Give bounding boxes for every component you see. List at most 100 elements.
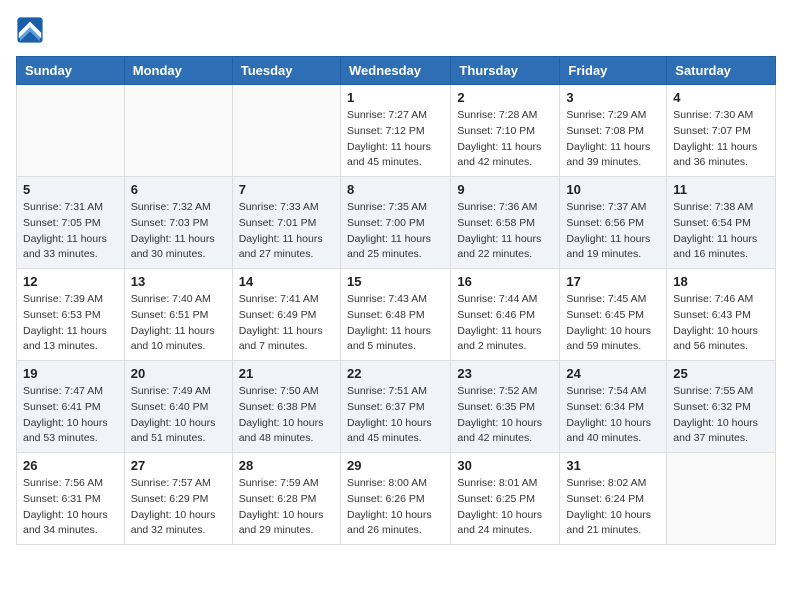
day-cell bbox=[17, 85, 125, 177]
week-row-1: 1Sunrise: 7:27 AMSunset: 7:12 PMDaylight… bbox=[17, 85, 776, 177]
day-info: Sunrise: 7:56 AMSunset: 6:31 PMDaylight:… bbox=[23, 476, 118, 539]
weekday-monday: Monday bbox=[124, 57, 232, 85]
day-number: 18 bbox=[673, 274, 769, 289]
logo-icon bbox=[16, 16, 44, 44]
day-cell: 29Sunrise: 8:00 AMSunset: 6:26 PMDayligh… bbox=[340, 453, 450, 545]
day-number: 13 bbox=[131, 274, 226, 289]
day-info: Sunrise: 7:30 AMSunset: 7:07 PMDaylight:… bbox=[673, 108, 769, 171]
day-number: 28 bbox=[239, 458, 334, 473]
day-number: 31 bbox=[566, 458, 660, 473]
day-cell: 1Sunrise: 7:27 AMSunset: 7:12 PMDaylight… bbox=[340, 85, 450, 177]
day-cell: 24 Sunrise: 7:54 AMSunset: 6:34 PMDayligh… bbox=[560, 361, 667, 453]
day-info: Sunrise: 7:51 AMSunset: 6:37 PMDaylight:… bbox=[347, 384, 444, 447]
week-row-4: 19Sunrise: 7:47 AMSunset: 6:41 PMDayligh… bbox=[17, 361, 776, 453]
day-cell bbox=[667, 453, 776, 545]
day-cell: 3 Sunrise: 7:29 AMSunset: 7:08 PMDaylight… bbox=[560, 85, 667, 177]
day-info: Sunrise: 7:55 AMSunset: 6:32 PMDaylight:… bbox=[673, 384, 769, 447]
week-row-5: 26 Sunrise: 7:56 AMSunset: 6:31 PMDayligh… bbox=[17, 453, 776, 545]
day-info: Sunrise: 7:38 AMSunset: 6:54 PMDaylight:… bbox=[673, 200, 769, 263]
day-number: 7 bbox=[239, 182, 334, 197]
weekday-saturday: Saturday bbox=[667, 57, 776, 85]
day-info: Sunrise: 7:29 AMSunset: 7:08 PMDaylight:… bbox=[566, 108, 660, 171]
day-info: Sunrise: 7:43 AMSunset: 6:48 PMDaylight:… bbox=[347, 292, 444, 355]
day-info: Sunrise: 7:37 AMSunset: 6:56 PMDaylight:… bbox=[566, 200, 660, 263]
day-number: 26 bbox=[23, 458, 118, 473]
day-info: Sunrise: 7:57 AMSunset: 6:29 PMDaylight:… bbox=[131, 476, 226, 539]
day-info: Sunrise: 7:50 AMSunset: 6:38 PMDaylight:… bbox=[239, 384, 334, 447]
day-info: Sunrise: 7:40 AMSunset: 6:51 PMDaylight:… bbox=[131, 292, 226, 355]
day-info: Sunrise: 8:01 AMSunset: 6:25 PMDaylight:… bbox=[457, 476, 553, 539]
weekday-header-row: SundayMondayTuesdayWednesdayThursdayFrid… bbox=[17, 57, 776, 85]
day-cell: 10 Sunrise: 7:37 AMSunset: 6:56 PMDayligh… bbox=[560, 177, 667, 269]
day-info: Sunrise: 7:45 AMSunset: 6:45 PMDaylight:… bbox=[566, 292, 660, 355]
day-cell: 15 Sunrise: 7:43 AMSunset: 6:48 PMDayligh… bbox=[340, 269, 450, 361]
day-info: Sunrise: 7:35 AMSunset: 7:00 PMDaylight:… bbox=[347, 200, 444, 263]
day-info: Sunrise: 7:33 AMSunset: 7:01 PMDaylight:… bbox=[239, 200, 334, 263]
day-info: Sunrise: 7:28 AMSunset: 7:10 PMDaylight:… bbox=[457, 108, 553, 171]
day-number: 3 bbox=[566, 90, 660, 105]
day-cell: 7 Sunrise: 7:33 AMSunset: 7:01 PMDaylight… bbox=[232, 177, 340, 269]
day-cell: 18 Sunrise: 7:46 AMSunset: 6:43 PMDayligh… bbox=[667, 269, 776, 361]
calendar-body: 1Sunrise: 7:27 AMSunset: 7:12 PMDaylight… bbox=[17, 85, 776, 545]
day-info: Sunrise: 7:41 AMSunset: 6:49 PMDaylight:… bbox=[239, 292, 334, 355]
day-info: Sunrise: 7:36 AMSunset: 6:58 PMDaylight:… bbox=[457, 200, 553, 263]
day-cell: 17 Sunrise: 7:45 AMSunset: 6:45 PMDayligh… bbox=[560, 269, 667, 361]
day-cell: 27 Sunrise: 7:57 AMSunset: 6:29 PMDayligh… bbox=[124, 453, 232, 545]
day-cell: 2 Sunrise: 7:28 AMSunset: 7:10 PMDaylight… bbox=[451, 85, 560, 177]
day-cell: 19Sunrise: 7:47 AMSunset: 6:41 PMDayligh… bbox=[17, 361, 125, 453]
weekday-sunday: Sunday bbox=[17, 57, 125, 85]
weekday-wednesday: Wednesday bbox=[340, 57, 450, 85]
day-info: Sunrise: 7:31 AMSunset: 7:05 PMDaylight:… bbox=[23, 200, 118, 263]
day-number: 20 bbox=[131, 366, 226, 381]
day-number: 24 bbox=[566, 366, 660, 381]
day-cell: 8 Sunrise: 7:35 AMSunset: 7:00 PMDaylight… bbox=[340, 177, 450, 269]
logo bbox=[16, 16, 48, 44]
day-info: Sunrise: 7:27 AMSunset: 7:12 PMDaylight:… bbox=[347, 108, 444, 171]
day-info: Sunrise: 7:32 AMSunset: 7:03 PMDaylight:… bbox=[131, 200, 226, 263]
day-number: 15 bbox=[347, 274, 444, 289]
day-number: 11 bbox=[673, 182, 769, 197]
week-row-2: 5 Sunrise: 7:31 AMSunset: 7:05 PMDaylight… bbox=[17, 177, 776, 269]
day-cell: 31 Sunrise: 8:02 AMSunset: 6:24 PMDayligh… bbox=[560, 453, 667, 545]
day-cell: 23Sunrise: 7:52 AMSunset: 6:35 PMDayligh… bbox=[451, 361, 560, 453]
day-number: 29 bbox=[347, 458, 444, 473]
day-cell: 6 Sunrise: 7:32 AMSunset: 7:03 PMDaylight… bbox=[124, 177, 232, 269]
day-cell: 12 Sunrise: 7:39 AMSunset: 6:53 PMDayligh… bbox=[17, 269, 125, 361]
day-info: Sunrise: 7:46 AMSunset: 6:43 PMDaylight:… bbox=[673, 292, 769, 355]
day-info: Sunrise: 8:02 AMSunset: 6:24 PMDaylight:… bbox=[566, 476, 660, 539]
page-header bbox=[16, 16, 776, 44]
day-number: 17 bbox=[566, 274, 660, 289]
day-cell bbox=[232, 85, 340, 177]
day-cell: 26 Sunrise: 7:56 AMSunset: 6:31 PMDayligh… bbox=[17, 453, 125, 545]
day-info: Sunrise: 7:47 AMSunset: 6:41 PMDaylight:… bbox=[23, 384, 118, 447]
day-cell: 13 Sunrise: 7:40 AMSunset: 6:51 PMDayligh… bbox=[124, 269, 232, 361]
day-number: 2 bbox=[457, 90, 553, 105]
day-number: 6 bbox=[131, 182, 226, 197]
day-info: Sunrise: 7:54 AMSunset: 6:34 PMDaylight:… bbox=[566, 384, 660, 447]
day-number: 27 bbox=[131, 458, 226, 473]
day-number: 8 bbox=[347, 182, 444, 197]
day-number: 12 bbox=[23, 274, 118, 289]
day-cell: 25Sunrise: 7:55 AMSunset: 6:32 PMDayligh… bbox=[667, 361, 776, 453]
day-cell: 22 Sunrise: 7:51 AMSunset: 6:37 PMDayligh… bbox=[340, 361, 450, 453]
day-number: 10 bbox=[566, 182, 660, 197]
day-cell: 28 Sunrise: 7:59 AMSunset: 6:28 PMDayligh… bbox=[232, 453, 340, 545]
day-number: 30 bbox=[457, 458, 553, 473]
day-number: 5 bbox=[23, 182, 118, 197]
day-cell: 11 Sunrise: 7:38 AMSunset: 6:54 PMDayligh… bbox=[667, 177, 776, 269]
day-cell: 4Sunrise: 7:30 AMSunset: 7:07 PMDaylight… bbox=[667, 85, 776, 177]
day-info: Sunrise: 7:39 AMSunset: 6:53 PMDaylight:… bbox=[23, 292, 118, 355]
day-cell: 14Sunrise: 7:41 AMSunset: 6:49 PMDayligh… bbox=[232, 269, 340, 361]
day-cell: 20Sunrise: 7:49 AMSunset: 6:40 PMDayligh… bbox=[124, 361, 232, 453]
day-cell: 30 Sunrise: 8:01 AMSunset: 6:25 PMDayligh… bbox=[451, 453, 560, 545]
day-number: 16 bbox=[457, 274, 553, 289]
calendar-table: SundayMondayTuesdayWednesdayThursdayFrid… bbox=[16, 56, 776, 545]
weekday-friday: Friday bbox=[560, 57, 667, 85]
day-cell: 16 Sunrise: 7:44 AMSunset: 6:46 PMDayligh… bbox=[451, 269, 560, 361]
day-number: 22 bbox=[347, 366, 444, 381]
weekday-tuesday: Tuesday bbox=[232, 57, 340, 85]
day-info: Sunrise: 7:44 AMSunset: 6:46 PMDaylight:… bbox=[457, 292, 553, 355]
day-info: Sunrise: 7:59 AMSunset: 6:28 PMDaylight:… bbox=[239, 476, 334, 539]
day-cell bbox=[124, 85, 232, 177]
day-cell: 5 Sunrise: 7:31 AMSunset: 7:05 PMDaylight… bbox=[17, 177, 125, 269]
